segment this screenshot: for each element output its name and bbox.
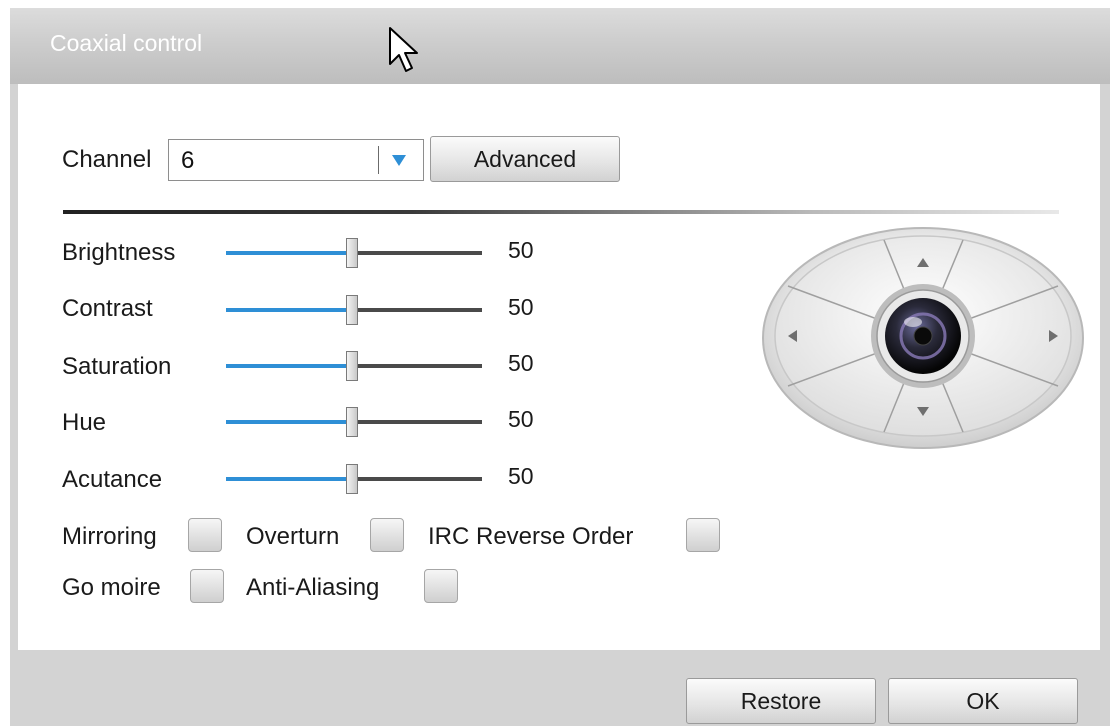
- slider-value: 50: [508, 294, 534, 320]
- dialog-title: Coaxial control: [50, 30, 203, 56]
- slider-label: Brightness: [62, 239, 176, 266]
- hue-slider-thumb[interactable]: [346, 407, 358, 437]
- ptz-control-pad[interactable]: [758, 216, 1088, 456]
- brightness-slider-thumb[interactable]: [346, 238, 358, 268]
- channel-select[interactable]: 6: [168, 139, 424, 181]
- acutance-slider-thumb[interactable]: [346, 464, 358, 494]
- slider-value: 50: [508, 463, 534, 489]
- irc-reverse-order-label: IRC Reverse Order: [428, 523, 634, 550]
- slider-label: Hue: [62, 409, 107, 436]
- contrast-slider-thumb[interactable]: [346, 295, 358, 325]
- slider-track-filled[interactable]: [226, 364, 352, 368]
- go-moire-label: Go moire: [62, 574, 161, 601]
- slider-label: Contrast: [62, 295, 153, 322]
- slider-track-filled[interactable]: [226, 477, 352, 481]
- slider-label: Saturation: [62, 353, 172, 380]
- slider-track[interactable]: [352, 308, 482, 312]
- slider-value: 50: [508, 350, 534, 376]
- section-divider: [63, 210, 1059, 214]
- restore-button[interactable]: Restore: [686, 678, 876, 724]
- slider-label: Acutance: [62, 466, 163, 493]
- slider-value: 50: [508, 406, 534, 432]
- anti-aliasing-label: Anti-Aliasing: [246, 574, 380, 601]
- overturn-checkbox[interactable]: [370, 518, 404, 552]
- content-panel: Channel 6 Advanced Brightness 50 Contras…: [18, 84, 1100, 650]
- saturation-slider-thumb[interactable]: [346, 351, 358, 381]
- ok-button[interactable]: OK: [888, 678, 1078, 724]
- slider-track-filled[interactable]: [226, 251, 352, 255]
- channel-value: 6: [181, 147, 195, 174]
- slider-track[interactable]: [352, 364, 482, 368]
- slider-value: 50: [508, 237, 534, 263]
- dropdown-arrow-icon[interactable]: [387, 148, 411, 172]
- slider-track[interactable]: [352, 420, 482, 424]
- slider-track-filled[interactable]: [226, 420, 352, 424]
- slider-track[interactable]: [352, 477, 482, 481]
- mirroring-label: Mirroring: [62, 523, 157, 550]
- slider-track[interactable]: [352, 251, 482, 255]
- slider-track-filled[interactable]: [226, 308, 352, 312]
- anti-aliasing-checkbox[interactable]: [424, 569, 458, 603]
- go-moire-checkbox[interactable]: [190, 569, 224, 603]
- coaxial-control-dialog: Coaxial control Channel 6 Advanced Brigh…: [10, 8, 1110, 726]
- overturn-label: Overturn: [246, 523, 340, 550]
- channel-label: Channel: [62, 146, 152, 173]
- mouse-cursor-icon: [389, 27, 418, 72]
- irc-reverse-order-checkbox[interactable]: [686, 518, 720, 552]
- title-bar[interactable]: Coaxial control: [10, 8, 1110, 84]
- select-divider: [378, 146, 379, 174]
- advanced-button[interactable]: Advanced: [430, 136, 620, 182]
- mirroring-checkbox[interactable]: [188, 518, 222, 552]
